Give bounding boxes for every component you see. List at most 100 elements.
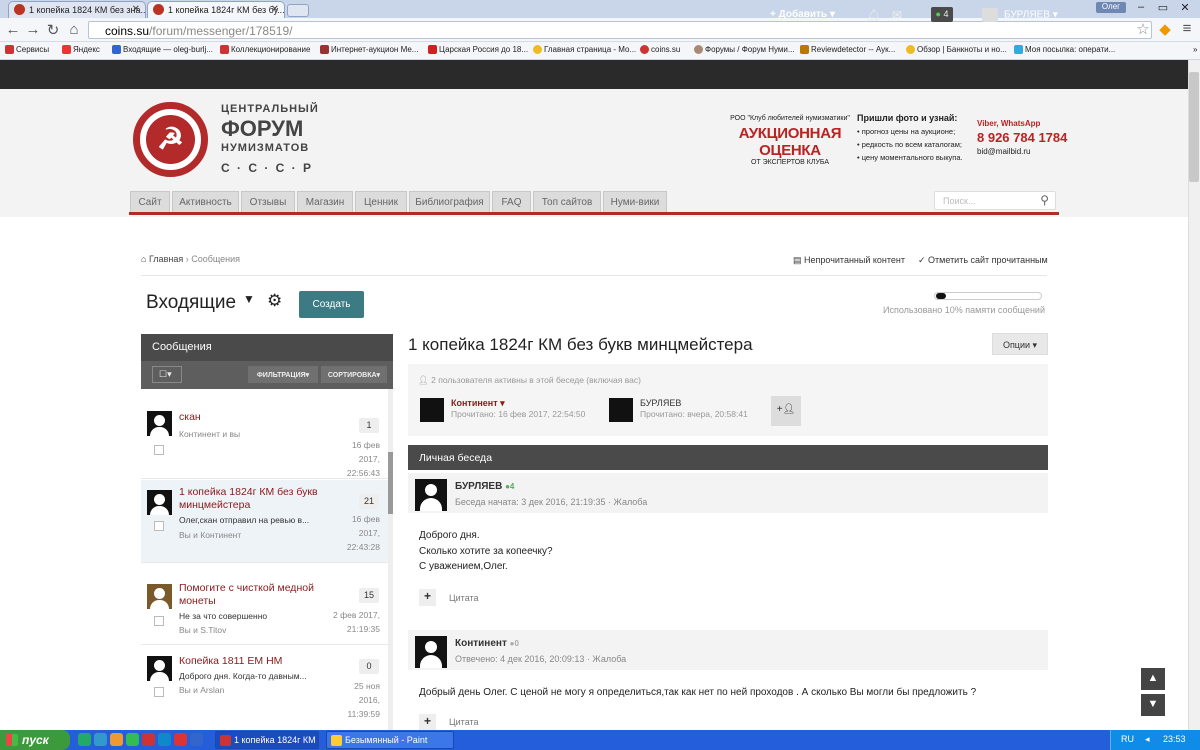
quicklaunch-icon[interactable]: [158, 733, 171, 746]
tab-numi-wiki[interactable]: Нуми-вики: [603, 191, 667, 213]
conversation-title[interactable]: Копейка 1811 ЕМ НМ: [179, 655, 321, 668]
reputation-badge[interactable]: ● 4: [931, 7, 953, 22]
bookmark-parcel[interactable]: Моя посылка: операти...: [1014, 45, 1115, 54]
breadcrumb-home[interactable]: ⌂ Главная: [141, 254, 183, 264]
menu-icon[interactable]: ≡: [1179, 20, 1195, 37]
conversation-title[interactable]: Помогите с чисткой медной монеты: [179, 582, 321, 608]
forum-logo[interactable]: ☭: [133, 102, 208, 177]
search-icon[interactable]: ⚲: [1040, 193, 1049, 207]
post-author[interactable]: Континент ●0: [455, 638, 519, 649]
quote-button[interactable]: Цитата: [449, 717, 479, 727]
quicklaunch-icon[interactable]: [174, 733, 187, 746]
bookmark-yandex[interactable]: Яндекс: [62, 45, 100, 54]
taskbar-task-paint[interactable]: Безымянный - Paint: [326, 731, 454, 749]
tab-top-sites[interactable]: Топ сайтов: [533, 191, 601, 213]
create-button[interactable]: Создать: [299, 291, 364, 318]
conversation-checkbox[interactable]: [154, 687, 164, 697]
select-all-dropdown[interactable]: ☐▾: [152, 366, 182, 383]
tab-bibliography[interactable]: Библиография: [409, 191, 490, 213]
close-window-icon[interactable]: ✕: [1174, 1, 1196, 15]
browser-tab-1[interactable]: 1 копейка 1824 КМ без зна... ✕: [8, 1, 146, 18]
tab-price[interactable]: Ценник: [355, 191, 407, 213]
browser-tab-2-active[interactable]: 1 копейка 1824г КМ без бу... ✕: [147, 1, 285, 18]
list-item[interactable]: скан Континент и вы 1 16 фев 2017, 22:56:4…: [141, 399, 388, 479]
quicklaunch-icon[interactable]: [190, 733, 203, 746]
avatar[interactable]: [415, 479, 447, 511]
minimize-icon[interactable]: –: [1130, 1, 1152, 15]
caret-down-icon[interactable]: ▼: [243, 292, 255, 306]
new-tab-button[interactable]: [287, 4, 309, 17]
quicklaunch-icon[interactable]: [78, 733, 91, 746]
maximize-icon[interactable]: ▭: [1152, 1, 1174, 15]
forward-icon[interactable]: →: [25, 21, 41, 38]
bookmark-forums[interactable]: Форумы / Форум Нуми...: [694, 45, 795, 54]
options-button[interactable]: Опции ▾: [992, 333, 1048, 355]
bookmark-star-icon[interactable]: ☆: [1135, 20, 1151, 38]
conversation-title[interactable]: 1 копейка 1824г КМ без букв минцмейстера: [179, 486, 321, 512]
quicklaunch-icon[interactable]: [110, 733, 123, 746]
bookmark-services[interactable]: Сервисы: [5, 45, 49, 54]
list-scrollbar-thumb[interactable]: [388, 452, 393, 514]
add-content-button[interactable]: + Добавить ▾: [770, 9, 835, 20]
bookmark-main-page[interactable]: Главная страница - Мо...: [533, 45, 636, 54]
tab-site[interactable]: Сайт: [130, 191, 170, 213]
bookmark-auction[interactable]: Интернет-аукцион Ме...: [320, 45, 418, 54]
tab-activity[interactable]: Активность: [172, 191, 239, 213]
conversation-title[interactable]: скан: [179, 411, 321, 424]
auction-ad-block[interactable]: РОО "Клуб любителей нумизматики" АУКЦИОН…: [730, 115, 850, 166]
quicklaunch-icon[interactable]: [142, 733, 155, 746]
more-bookmarks-icon[interactable]: »: [1182, 45, 1197, 54]
sort-button[interactable]: СОРТИРОВКА▾: [321, 366, 387, 383]
tab-faq[interactable]: FAQ: [492, 191, 531, 213]
gear-icon[interactable]: ⚙: [267, 291, 282, 311]
list-scrollbar[interactable]: [388, 389, 393, 730]
add-participant-button[interactable]: +👤︎: [771, 396, 801, 426]
post-author[interactable]: БУРЛЯЕВ ●4: [455, 481, 514, 492]
list-item[interactable]: Помогите с чисткой медной монеты Не за ч…: [141, 574, 388, 645]
close-tab-icon[interactable]: ✕: [271, 4, 279, 15]
tab-reviews[interactable]: Отзывы: [241, 191, 295, 213]
filter-button[interactable]: ФИЛЬТРАЦИЯ▾: [248, 366, 318, 383]
page-title[interactable]: Входящие: [146, 292, 236, 314]
page-scrollbar-thumb[interactable]: [1189, 72, 1199, 182]
tab-shop[interactable]: Магазин: [297, 191, 353, 213]
list-item[interactable]: Копейка 1811 ЕМ НМ Доброго дня. Когда-то…: [141, 646, 388, 730]
tray-icon[interactable]: ◂: [1145, 734, 1150, 745]
back-icon[interactable]: ←: [5, 21, 21, 38]
taskbar-task-browser[interactable]: 1 копейка 1824г КМ ...: [215, 731, 319, 749]
quote-button[interactable]: Цитата: [449, 593, 479, 603]
multiquote-button[interactable]: +: [419, 714, 436, 731]
home-icon[interactable]: ⌂: [66, 21, 82, 38]
language-indicator[interactable]: RU: [1121, 734, 1134, 744]
avatar[interactable]: [415, 636, 447, 668]
unread-content-link[interactable]: ▤ Непрочитанный контент: [793, 255, 905, 266]
list-item-selected[interactable]: 1 копейка 1824г КМ без букв минцмейстера…: [141, 480, 388, 563]
reload-icon[interactable]: ↻: [45, 21, 61, 39]
bell-icon[interactable]: 🔔︎: [866, 8, 881, 22]
multiquote-button[interactable]: +: [419, 589, 436, 606]
extension-icon[interactable]: ◆: [1157, 20, 1173, 38]
bookmark-tsarist-russia[interactable]: Царская Россия до 18...: [428, 45, 528, 54]
scroll-to-bottom-button[interactable]: ▼: [1141, 694, 1165, 716]
participant-name[interactable]: Континент ▾: [451, 398, 505, 409]
user-menu[interactable]: БУРЛЯЕВ ▾: [982, 8, 1058, 22]
address-bar[interactable]: coins.su/forum/messenger/178519/: [88, 21, 1152, 39]
conversation-checkbox[interactable]: [154, 616, 164, 626]
quicklaunch-icon[interactable]: [94, 733, 107, 746]
bookmark-inbox[interactable]: Входящие — oleg-burlj...: [112, 45, 213, 54]
close-tab-icon[interactable]: ✕: [132, 4, 140, 15]
conversation-checkbox[interactable]: [154, 445, 164, 455]
scroll-to-top-button[interactable]: ▲: [1141, 668, 1165, 690]
participant-name[interactable]: БУРЛЯЕВ: [640, 398, 681, 408]
bookmark-collecting[interactable]: Коллекционирование: [220, 45, 310, 54]
bookmark-coins-su[interactable]: coins.su: [640, 45, 680, 54]
search-input[interactable]: Поиск... ⚲: [934, 191, 1056, 210]
quicklaunch-icon[interactable]: [126, 733, 139, 746]
start-button[interactable]: пуск: [0, 730, 70, 750]
reply-count: 15: [359, 588, 379, 603]
bookmark-banknotes[interactable]: Обзор | Банкноты и но...: [906, 45, 1007, 54]
envelope-icon[interactable]: ✉: [892, 8, 902, 22]
conversation-checkbox[interactable]: [154, 521, 164, 531]
mark-site-read-link[interactable]: ✓ Отметить сайт прочитанным: [918, 255, 1048, 266]
bookmark-reviewdetector[interactable]: Reviewdetector -- Аук...: [800, 45, 895, 54]
